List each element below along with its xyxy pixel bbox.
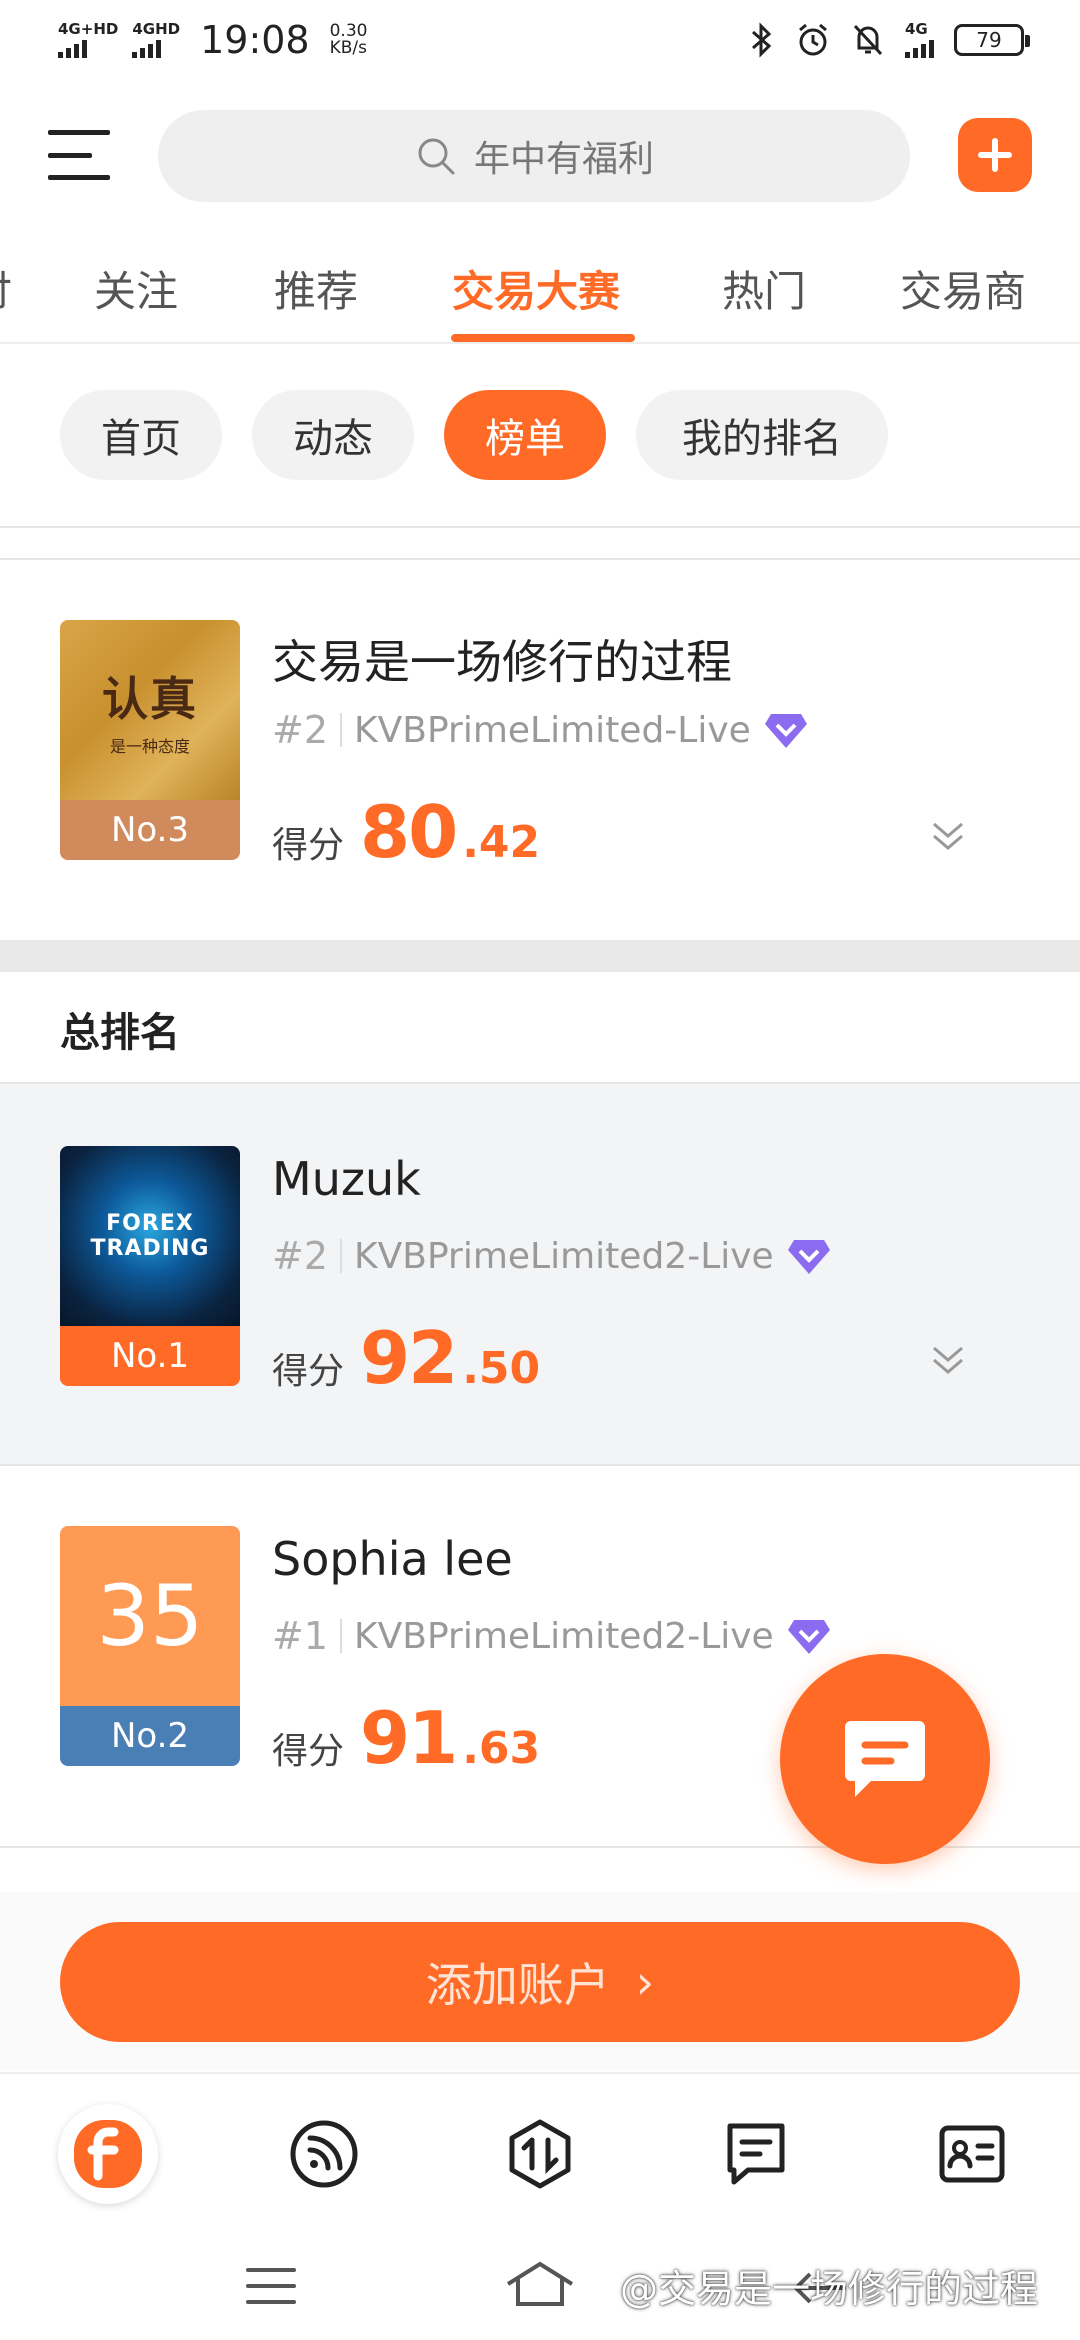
tab-brokers[interactable]: 交易商	[900, 258, 1026, 319]
alarm-icon	[799, 23, 827, 56]
home-icon[interactable]	[502, 2258, 578, 2310]
plus-icon	[978, 138, 1012, 172]
chip-leaderboard[interactable]: 榜单	[444, 390, 606, 480]
sub-tabs: 首页 动态 榜单 我的排名	[0, 346, 1080, 526]
tab-discuss[interactable]: 讨	[0, 258, 12, 319]
menu-icon[interactable]	[48, 130, 110, 180]
nav-trade[interactable]	[490, 2104, 590, 2204]
nav-feed[interactable]	[274, 2104, 374, 2204]
chevron-right-icon: ›	[635, 1955, 655, 2009]
rank-badge: No.2	[60, 1706, 240, 1766]
account-meta: #2 KVBPrimeLimited2-Live	[272, 1234, 832, 1278]
mute-bell-icon	[853, 24, 883, 56]
chip-home[interactable]: 首页	[60, 390, 222, 480]
messages-icon	[727, 2123, 785, 2185]
search-placeholder: 年中有福利	[473, 139, 654, 180]
account-name: Sophia lee	[272, 1532, 513, 1586]
chip-activity[interactable]: 动态	[252, 390, 414, 480]
clock: 19:08	[200, 18, 310, 62]
avatar-image: FOREX TRADING	[60, 1146, 240, 1326]
feed-rss-icon	[290, 2120, 358, 2188]
score: 得分 92 .50	[272, 1316, 541, 1400]
header: 年中有福利	[0, 100, 1080, 210]
trade-arrows-icon	[509, 2119, 571, 2189]
watermark: @交易是一场修行的过程	[620, 2267, 1039, 2311]
double-chevron-down-icon[interactable]	[928, 816, 968, 856]
bottom-nav	[0, 2072, 1080, 2222]
nav-home[interactable]	[58, 2104, 158, 2204]
nav-messages[interactable]	[706, 2104, 806, 2204]
ranking-row[interactable]: FOREX TRADING No.1 Muzuk #2 KVBPrimeLimi…	[0, 1084, 1080, 1464]
home-logo-icon	[74, 2120, 142, 2188]
rank-badge: No.1	[60, 1326, 240, 1386]
chip-my-ranking[interactable]: 我的排名	[636, 390, 888, 480]
account-meta: #1 KVBPrimeLimited2-Live	[272, 1614, 832, 1658]
verified-diamond-icon	[787, 1620, 830, 1654]
signal-1-icon: 4G+HD	[58, 22, 118, 58]
divider	[0, 526, 1080, 528]
active-tab-indicator	[451, 334, 635, 342]
signal-3-icon: 4G	[905, 22, 934, 58]
chat-button[interactable]	[780, 1654, 990, 1864]
section-separator	[0, 940, 1080, 972]
avatar-image: 认真 是一种态度	[60, 620, 240, 800]
add-account-button[interactable]: 添加账户 ›	[60, 1922, 1020, 2042]
tab-recommend[interactable]: 推荐	[274, 258, 358, 319]
net-speed: 0.30 KB/s	[329, 21, 368, 58]
search-input[interactable]: 年中有福利	[158, 110, 910, 202]
chat-bubble-icon	[845, 1721, 925, 1797]
score: 得分 80 .42	[272, 790, 541, 874]
profile-card-icon	[939, 2125, 1005, 2183]
double-chevron-down-icon[interactable]	[928, 1340, 968, 1380]
tab-trading-contest[interactable]: 交易大赛	[452, 258, 620, 319]
recent-apps-icon[interactable]	[246, 2268, 296, 2304]
signal-2-icon: 4GHD	[132, 22, 180, 58]
verified-diamond-icon	[787, 1240, 830, 1274]
search-icon	[418, 138, 455, 175]
add-account-bar: 添加账户 ›	[0, 1892, 1080, 2070]
avatar: 认真 是一种态度 No.3	[60, 620, 240, 860]
nav-profile[interactable]	[922, 2104, 1022, 2204]
account-name: 交易是一场修行的过程	[272, 635, 732, 689]
tab-hot[interactable]: 热门	[722, 258, 806, 319]
my-ranking-card[interactable]: 认真 是一种态度 No.3 交易是一场修行的过程 #2 KVBPrimeLimi…	[0, 560, 1080, 940]
score: 得分 91 .63	[272, 1696, 541, 1780]
account-meta: #2 KVBPrimeLimited-Live	[272, 708, 809, 752]
tab-follow[interactable]: 关注	[94, 258, 178, 319]
avatar: 35 No.2	[60, 1526, 240, 1766]
section-title: 总排名	[60, 1010, 180, 1056]
rank-badge: No.3	[60, 800, 240, 860]
battery-icon: 79	[954, 24, 1030, 56]
top-tabs: 讨 关注 推荐 交易大赛 热门 交易商	[0, 240, 1080, 344]
status-bar: 4G+HD 4GHD 19:08 0.30 KB/s 4G 79	[0, 0, 1080, 80]
verified-diamond-icon	[764, 714, 807, 748]
avatar: FOREX TRADING No.1	[60, 1146, 240, 1386]
avatar-image: 35	[60, 1526, 240, 1706]
add-button[interactable]	[958, 118, 1032, 192]
system-nav: @交易是一场修行的过程	[0, 2222, 1080, 2340]
bluetooth-icon	[752, 22, 772, 58]
account-name: Muzuk	[272, 1152, 421, 1206]
